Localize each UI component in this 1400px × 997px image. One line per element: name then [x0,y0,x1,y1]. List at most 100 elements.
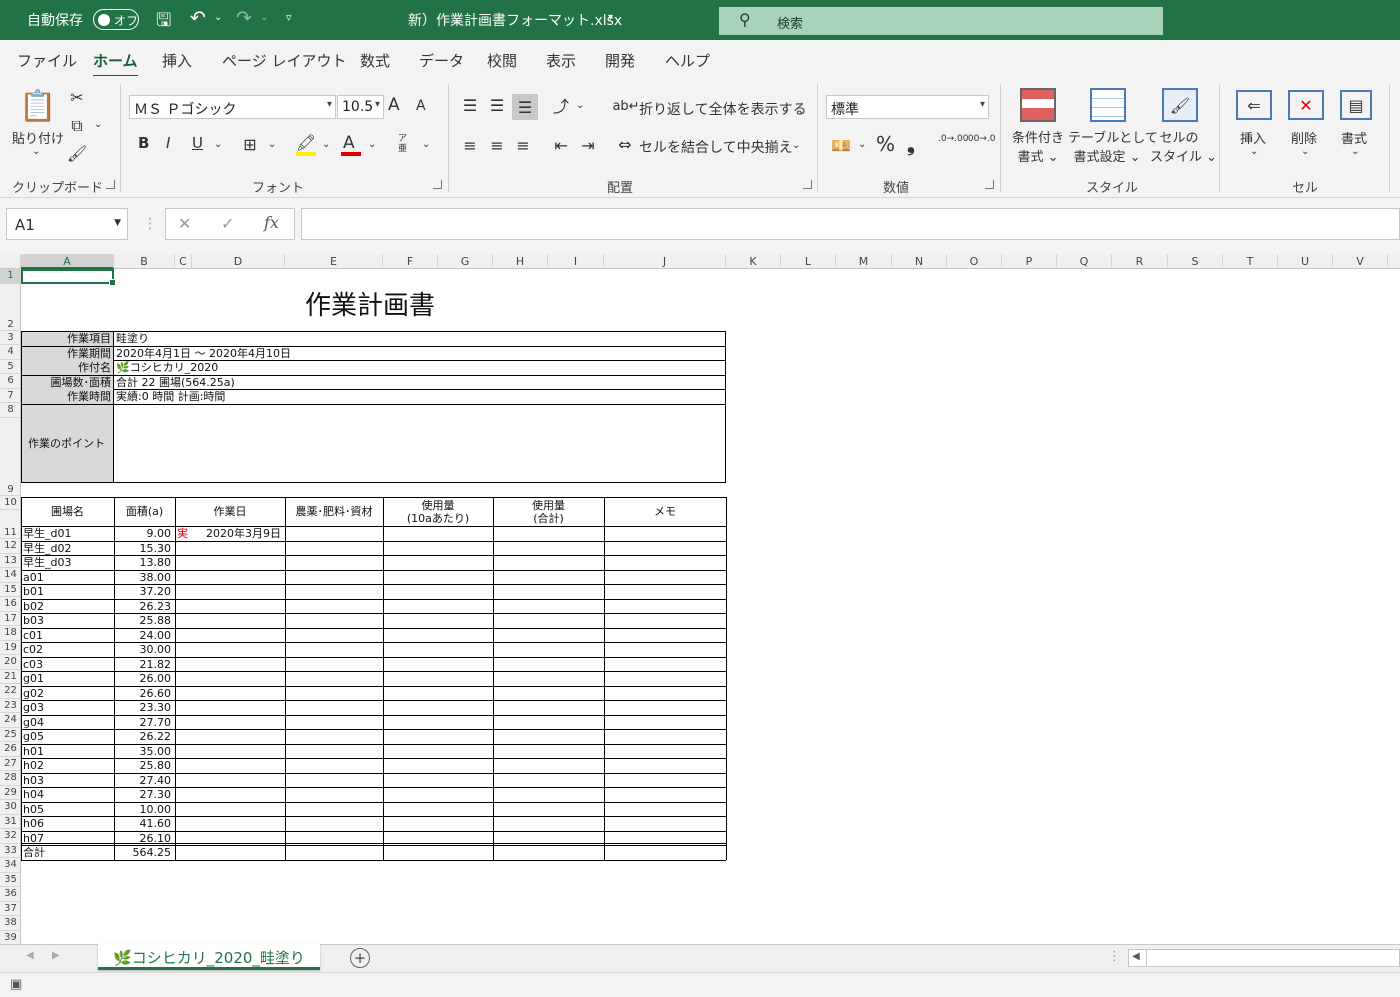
row-header[interactable]: 23 [0,699,21,713]
paste-icon[interactable]: 📋 [19,86,56,126]
align-middle-icon[interactable]: ☰ [486,94,508,116]
field-name-cell[interactable]: 早生_d02 [23,542,113,556]
grow-font-button[interactable]: A [388,95,400,115]
area-cell[interactable]: 15.30 [115,542,173,556]
worksheet-grid[interactable]: A B C D E F G H I J K L M N O P Q R S T … [0,254,1400,944]
row-header[interactable]: 7 [0,389,21,403]
redo-dropdown-icon[interactable]: ⌄ [260,12,268,23]
formula-input[interactable] [301,208,1400,240]
field-name-cell[interactable]: b02 [23,600,113,614]
underline-dropdown-icon[interactable]: ⌄ [214,139,222,150]
row-header[interactable]: 29 [0,786,21,800]
merge-center-button[interactable]: セルを結合して中央揃え [639,137,793,157]
col-header-l[interactable]: L [781,254,836,269]
area-cell[interactable]: 26.23 [115,600,173,614]
horizontal-scrollbar[interactable]: ◀ [1128,949,1400,967]
col-header-s[interactable]: S [1168,254,1223,269]
field-name-cell[interactable]: c03 [23,658,113,672]
decrease-indent-icon[interactable]: ⇤ [550,134,572,156]
row-header[interactable]: 16 [0,597,21,612]
font-size-select[interactable]: 10.5 ▾ [337,95,384,119]
row-header[interactable]: 15 [0,583,21,597]
row-header[interactable]: 5 [0,360,21,374]
info-label[interactable]: 作業時間 [22,390,113,404]
fill-color-icon[interactable]: 🖍 [296,132,316,152]
row-header[interactable]: 21 [0,670,21,684]
delete-dropdown-icon[interactable]: ⌄ [1301,146,1309,157]
info-label[interactable]: 圃場数･面積 [22,375,113,390]
tab-insert[interactable]: 挿入 [162,50,192,71]
area-cell[interactable]: 37.20 [115,585,173,599]
col-header-v[interactable]: V [1333,254,1388,269]
copy-icon[interactable]: ⧉ [66,115,88,137]
increase-indent-icon[interactable]: ⇥ [577,134,599,156]
row-header[interactable]: 11 [0,510,21,539]
area-cell[interactable]: 25.88 [115,614,173,628]
paste-dropdown-icon[interactable]: ⌄ [32,146,40,157]
cell-styles-button[interactable]: セルの スタイル ⌄ [1150,127,1217,165]
align-bottom-icon[interactable]: ☰ [512,94,538,120]
redo-icon[interactable]: ↷ [236,7,252,29]
area-cell[interactable]: 35.00 [115,745,173,759]
info-value[interactable]: 実績:0 時間 計画:時間 [116,390,716,404]
field-name-cell[interactable]: h02 [23,759,113,773]
font-launcher-icon[interactable] [433,180,442,189]
borders-dropdown-icon[interactable]: ⌄ [268,139,276,150]
comma-button[interactable]: ❟ [907,132,915,156]
row-header[interactable]: 25 [0,728,21,742]
align-left-icon[interactable]: ≡ [459,134,481,156]
info-value[interactable]: 畦塗り [116,332,716,346]
info-label[interactable]: 作業期間 [22,346,113,361]
row-header[interactable]: 6 [0,374,21,389]
row-header[interactable]: 28 [0,771,21,786]
col-header-h[interactable]: H [493,254,548,269]
add-sheet-button[interactable]: + [350,948,370,968]
total-label-cell[interactable]: 合計 [23,846,113,860]
row-header[interactable]: 38 [0,916,21,931]
wrap-text-button[interactable]: 折り返して全体を表示する [639,99,807,119]
header-memo[interactable]: メモ [605,498,725,526]
field-name-cell[interactable]: g01 [23,672,113,686]
undo-dropdown-icon[interactable]: ⌄ [214,12,222,23]
point-label[interactable]: 作業のポイント [22,405,113,482]
field-name-cell[interactable]: b01 [23,585,113,599]
area-cell[interactable]: 10.00 [115,803,173,817]
row-header[interactable]: 13 [0,554,21,568]
area-cell[interactable]: 27.40 [115,774,173,788]
row-header[interactable]: 19 [0,641,21,655]
macro-record-icon[interactable]: ▣ [10,977,22,992]
col-header-q[interactable]: Q [1057,254,1112,269]
format-dropdown-icon[interactable]: ⌄ [1351,146,1359,157]
search-box[interactable]: ⚲ 検索 [719,7,1163,35]
tab-file[interactable]: ファイル [17,50,77,71]
select-all-corner[interactable] [0,254,21,269]
font-color-dropdown-icon[interactable]: ⌄ [368,139,376,150]
row-header[interactable]: 37 [0,902,21,916]
tab-formulas[interactable]: 数式 [360,50,390,71]
conditional-format-button[interactable]: 条件付き 書式 ⌄ [1010,127,1066,165]
header-area[interactable]: 面積(a) [115,498,174,526]
undo-icon[interactable]: ↶ [190,7,206,29]
tab-view[interactable]: 表示 [546,50,576,71]
area-cell[interactable]: 38.00 [115,571,173,585]
paste-button[interactable]: 貼り付け [12,128,64,147]
info-label[interactable]: 作業項目 [22,332,113,346]
row-header[interactable]: 20 [0,655,21,670]
row-header[interactable]: 9 [0,418,21,496]
point-value[interactable] [114,405,725,482]
insert-function-icon[interactable]: fx [264,213,279,232]
field-name-cell[interactable]: 早生_d01 [23,527,113,541]
tab-help[interactable]: ヘルプ [665,50,710,71]
row-header[interactable]: 35 [0,873,21,887]
row-header[interactable]: 30 [0,800,21,815]
customize-qat-icon[interactable]: ▿ [286,11,292,24]
actual-mark-cell[interactable]: 実 [177,527,191,541]
bold-button[interactable]: B [138,134,149,152]
field-name-cell[interactable]: h05 [23,803,113,817]
format-as-table-button[interactable]: テーブルとして 書式設定 ⌄ [1068,127,1158,165]
row-header[interactable]: 3 [0,331,21,345]
accounting-dropdown-icon[interactable]: ⌄ [858,139,866,150]
row-header[interactable]: 32 [0,829,21,844]
row-header[interactable]: 4 [0,345,21,360]
col-header-c[interactable]: C [175,254,192,269]
